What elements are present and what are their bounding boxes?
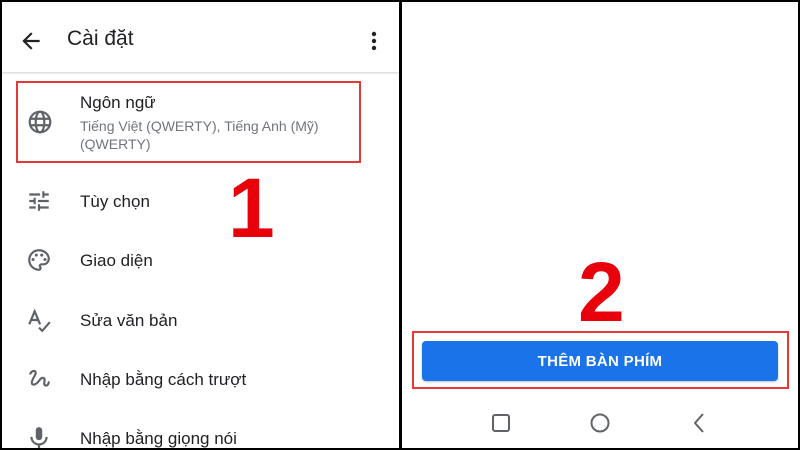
preferences-label: Tùy chọn: [80, 192, 150, 211]
voice-typing-label: Nhập bằng giọng nói: [80, 429, 237, 448]
text-correction-label: Sửa văn bản: [80, 311, 178, 330]
recents-icon[interactable]: [488, 410, 514, 436]
back-arrow-icon[interactable]: [18, 28, 44, 54]
add-keyboard-button[interactable]: THÊM BÀN PHÍM: [422, 341, 778, 381]
tune-icon: [29, 191, 49, 211]
mic-icon: [30, 427, 48, 449]
home-icon[interactable]: [587, 410, 613, 436]
app-bar: Cài đặt: [0, 0, 399, 72]
settings-pane: Cài đặt Ngôn ngữ Tiếng Việt (QWERTY), Ti…: [0, 0, 399, 450]
settings-item-voice-typing[interactable]: Nhập bằng giọng nói: [0, 410, 399, 450]
settings-item-theme[interactable]: Giao diện: [0, 232, 399, 288]
highlight-box-step-1: [16, 81, 361, 163]
settings-item-preferences[interactable]: Tùy chọn: [0, 173, 399, 229]
settings-item-text-correction[interactable]: Sửa văn bản: [0, 292, 399, 348]
gesture-icon: [29, 369, 50, 387]
back-nav-icon[interactable]: [687, 410, 713, 436]
pane-divider: [399, 0, 402, 450]
spellcheck-icon: [28, 308, 51, 333]
theme-label: Giao diện: [80, 251, 153, 270]
more-vert-icon[interactable]: [366, 30, 382, 52]
step-number-1: 1: [228, 161, 275, 255]
page-title: Cài đặt: [67, 27, 134, 50]
palette-icon: [28, 249, 50, 271]
languages-pane: 2 THÊM BÀN PHÍM: [402, 0, 800, 450]
settings-item-glide-typing[interactable]: Nhập bằng cách trượt: [0, 351, 399, 407]
step-number-2: 2: [578, 245, 625, 339]
glide-typing-label: Nhập bằng cách trượt: [80, 370, 247, 389]
